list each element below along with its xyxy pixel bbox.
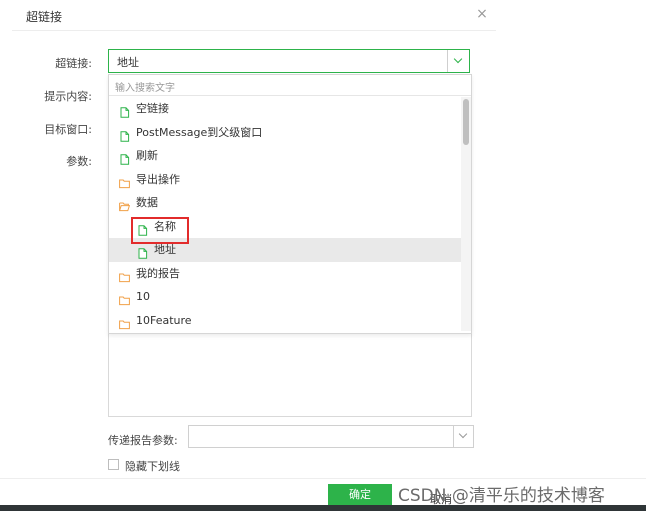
dropdown-scrollbar-thumb[interactable] xyxy=(463,99,469,145)
dropdown-item-label: PostMessage到父级窗口 xyxy=(136,125,263,139)
dropdown-search-placeholder: 输入搜索文字 xyxy=(115,83,175,94)
hyperlink-select-value: 地址 xyxy=(117,56,139,69)
params-textarea[interactable] xyxy=(108,330,472,417)
dropdown-item-label: 我的报告 xyxy=(136,266,180,280)
chevron-down-icon xyxy=(453,54,463,64)
hyperlink-dialog: 超链接 × 超链接: 地址 提示内容: 目标窗口: 参数: 输入搜索文字 空链接… xyxy=(12,0,496,511)
hyperlink-dropdown-list: 输入搜索文字 空链接 PostMessage到父级窗口 刷新 导出操作 数据 名称 地址 我的… xyxy=(108,74,472,334)
dropdown-item[interactable]: 数据 xyxy=(109,191,461,215)
dropdown-item-label: 导出操作 xyxy=(136,172,180,186)
pass-report-params-select[interactable] xyxy=(188,425,474,448)
target-window-label: 目标窗口: xyxy=(44,123,92,136)
ok-button[interactable]: 确定 xyxy=(328,484,392,506)
dropdown-search-input[interactable]: 输入搜索文字 xyxy=(109,75,471,96)
dropdown-item-label: 数据 xyxy=(136,196,158,209)
pass-report-params-label: 传递报告参数: xyxy=(108,434,178,447)
close-icon[interactable]: × xyxy=(474,6,490,22)
dropdown-item[interactable]: 刷新 xyxy=(109,144,461,168)
hyperlink-select[interactable]: 地址 xyxy=(108,49,470,73)
watermark: CSDN @清平乐的技术博客 xyxy=(398,486,605,506)
file-icon xyxy=(119,103,130,118)
dropdown-item[interactable]: 导出操作 xyxy=(109,168,461,192)
folder-icon xyxy=(119,268,130,282)
chevron-down-icon xyxy=(458,429,468,439)
file-icon xyxy=(119,127,130,142)
hide-underline-checkbox[interactable] xyxy=(108,459,119,470)
dropdown-scrollbar[interactable] xyxy=(461,97,471,331)
folder-icon xyxy=(119,315,130,329)
dropdown-item[interactable]: 我的报告 xyxy=(109,262,461,286)
dialog-titlebar: 超链接 × xyxy=(12,0,496,31)
dropdown-item[interactable]: 10Feature xyxy=(109,309,461,333)
folder-icon xyxy=(119,291,130,306)
folder-icon xyxy=(119,174,130,188)
file-icon xyxy=(137,244,148,259)
selected-item-highlight-box xyxy=(131,217,189,244)
dropdown-items: 空链接 PostMessage到父级窗口 刷新 导出操作 数据 名称 地址 我的报告 10 10F… xyxy=(109,97,461,332)
dropdown-item-label: 空链接 xyxy=(136,102,169,115)
hide-underline-label: 隐藏下划线 xyxy=(125,460,180,473)
file-icon xyxy=(119,150,130,165)
params-label: 参数: xyxy=(66,155,92,168)
dropdown-item[interactable]: 空链接 xyxy=(109,97,461,121)
folder-open-icon xyxy=(119,197,131,212)
dropdown-item-label: 10Feature xyxy=(136,313,192,327)
pass-params-dropdown-button[interactable] xyxy=(453,426,473,447)
dropdown-item-label: 刷新 xyxy=(136,149,158,162)
dropdown-item-label: 10 xyxy=(136,290,150,303)
tip-content-label: 提示内容: xyxy=(44,90,92,103)
dropdown-item[interactable]: 10 xyxy=(109,285,461,309)
hyperlink-dropdown-button[interactable] xyxy=(447,50,469,72)
dialog-title: 超链接 xyxy=(26,10,63,24)
dropdown-item[interactable]: PostMessage到父级窗口 xyxy=(109,121,461,145)
hyperlink-label: 超链接: xyxy=(55,57,92,70)
